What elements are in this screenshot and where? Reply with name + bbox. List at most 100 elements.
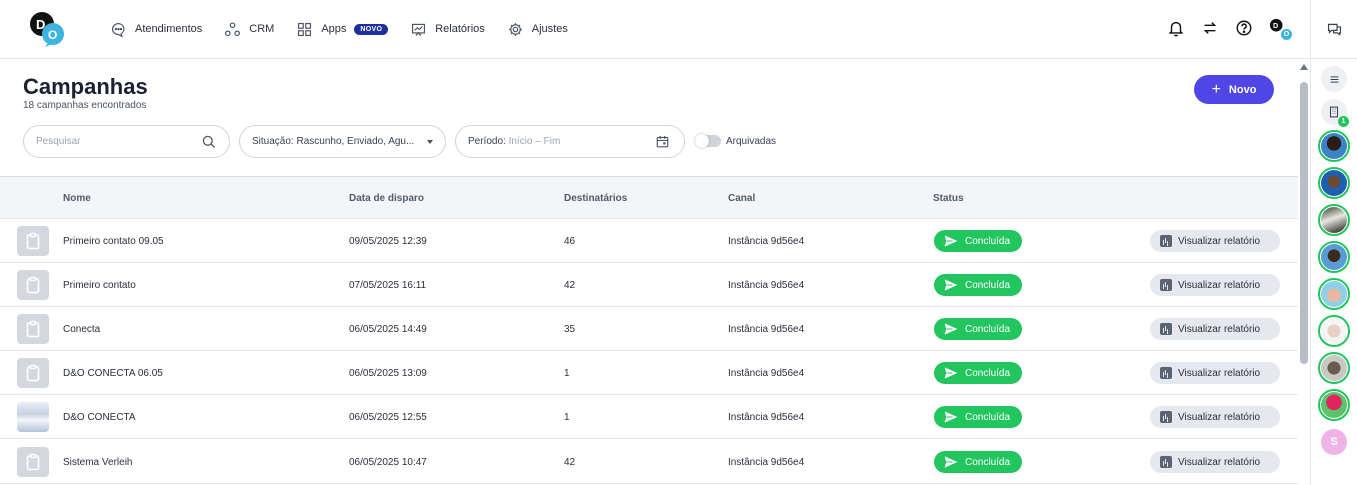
campaign-thumbnail — [17, 226, 49, 256]
status-badge: Concluída — [934, 274, 1022, 296]
nav-apps[interactable]: Apps NOVO — [296, 21, 389, 38]
view-report-label: Visualizar relatório — [1178, 235, 1261, 247]
column-header-date[interactable]: Data de disparo — [349, 193, 424, 204]
logo-icon[interactable]: D O — [28, 10, 68, 48]
column-header-name[interactable]: Nome — [63, 193, 91, 204]
user-avatar[interactable]: D O — [1269, 18, 1292, 40]
recipient-count: 1 — [564, 368, 570, 379]
channel-name: Instância 9d56e4 — [728, 324, 805, 335]
menu-button[interactable] — [1321, 66, 1347, 92]
campaign-thumbnail — [17, 314, 49, 344]
campaign-name[interactable]: Primeiro contato — [63, 280, 136, 291]
nav-ajustes[interactable]: Ajustes — [507, 21, 568, 38]
svg-text:O: O — [48, 28, 57, 42]
chat-bubbles-icon[interactable] — [1326, 21, 1343, 38]
status-badge: Concluída — [934, 451, 1022, 473]
clipboard-icon — [26, 320, 40, 338]
contact-avatar[interactable] — [1318, 315, 1350, 347]
contact-avatar[interactable] — [1318, 204, 1350, 236]
column-header-recipients[interactable]: Destinatários — [564, 193, 627, 204]
nav-crm[interactable]: CRM — [224, 21, 274, 38]
status-badge: Concluída — [934, 362, 1022, 384]
campaign-name[interactable]: Conecta — [63, 324, 100, 335]
clipboard-icon — [26, 276, 40, 294]
swap-arrows-icon[interactable] — [1201, 19, 1219, 37]
bar-chart-icon — [1160, 456, 1172, 468]
plus-icon: + — [1211, 80, 1221, 98]
send-date: 09/05/2025 12:39 — [349, 236, 427, 247]
campaign-name[interactable]: Sistema Verleih — [63, 457, 132, 468]
bar-chart-icon — [1160, 411, 1172, 423]
contact-avatar[interactable]: S — [1318, 426, 1350, 458]
table-row[interactable]: Primeiro contato 09.05 09/05/2025 12:39 46… — [0, 219, 1298, 263]
contact-avatar[interactable] — [1318, 241, 1350, 273]
contact-avatar[interactable] — [1318, 389, 1350, 421]
situation-select[interactable]: Situação: Rascunho, Enviado, Agu... — [239, 125, 446, 158]
status-label: Concluída — [965, 279, 1011, 291]
bell-icon[interactable] — [1167, 19, 1185, 37]
campaign-thumbnail — [17, 270, 49, 300]
recipient-count: 1 — [564, 412, 570, 423]
scroll-thumb[interactable] — [1300, 82, 1308, 364]
view-report-button[interactable]: Visualizar relatório — [1150, 318, 1280, 340]
view-report-button[interactable]: Visualizar relatório — [1150, 230, 1280, 252]
table-row[interactable]: D&O CONECTA 06/05/2025 12:55 1 Instância 9d… — [0, 395, 1298, 439]
view-report-button[interactable]: Visualizar relatório — [1150, 362, 1280, 384]
calendar-icon[interactable] — [655, 134, 670, 149]
view-report-button[interactable]: Visualizar relatório — [1150, 274, 1280, 296]
archived-toggle-wrap: Arquivadas — [695, 134, 776, 148]
archived-toggle[interactable] — [695, 134, 721, 148]
view-report-label: Visualizar relatório — [1178, 279, 1261, 291]
search-input[interactable] — [36, 136, 196, 147]
channel-name: Instância 9d56e4 — [728, 457, 805, 468]
status-label: Concluída — [965, 411, 1011, 423]
nav-atendimentos[interactable]: Atendimentos — [110, 21, 202, 38]
table-row[interactable]: Conecta 06/05/2025 14:49 35 Instância 9d56e… — [0, 307, 1298, 351]
page-title: Campanhas — [23, 74, 148, 99]
user-status-badge: O — [1281, 29, 1292, 40]
campaign-name[interactable]: D&O CONECTA — [63, 412, 136, 423]
crm-nodes-icon — [225, 21, 241, 36]
help-icon[interactable] — [1235, 19, 1253, 37]
send-date: 06/05/2025 10:47 — [349, 457, 427, 468]
clipboard-icon — [26, 453, 40, 471]
send-plane-icon — [944, 279, 958, 291]
scroll-up-arrow-icon[interactable] — [1300, 64, 1308, 70]
view-report-button[interactable]: Visualizar relatório — [1150, 406, 1280, 428]
svg-text:D: D — [1273, 21, 1278, 30]
recipient-count: 42 — [564, 280, 576, 291]
contact-avatar[interactable] — [1318, 167, 1350, 199]
nav-relatorios[interactable]: Relatórios — [410, 21, 485, 38]
send-date: 07/05/2025 16:11 — [349, 280, 427, 291]
search-icon[interactable] — [201, 134, 217, 150]
table-row[interactable]: D&O CONECTA 06.05 06/05/2025 13:09 1 Instân… — [0, 351, 1298, 395]
column-header-channel[interactable]: Canal — [728, 193, 755, 204]
search-field[interactable] — [23, 125, 230, 158]
channel-name: Instância 9d56e4 — [728, 412, 805, 423]
campaign-name[interactable]: Primeiro contato 09.05 — [63, 236, 164, 247]
contact-avatar[interactable] — [1318, 130, 1350, 162]
table-row[interactable]: Sistema Verleih 06/05/2025 10:47 42 Instânc… — [0, 440, 1298, 484]
bar-chart-icon — [1160, 367, 1172, 379]
view-report-button[interactable]: Visualizar relatório — [1150, 451, 1280, 473]
view-report-label: Visualizar relatório — [1178, 367, 1261, 379]
contact-avatar[interactable] — [1318, 352, 1350, 384]
period-picker[interactable]: Período: Início – Fim — [455, 125, 685, 158]
clipboard-icon — [26, 364, 40, 382]
top-navbar: D O Atendimentos CRM Apps NOVO Relatório… — [0, 0, 1310, 59]
bar-chart-icon — [1160, 279, 1172, 291]
building-count-badge: 1 — [1338, 116, 1349, 127]
menu-lines-icon — [1330, 75, 1338, 83]
table-row[interactable]: Primeiro contato 07/05/2025 16:11 42 Instân… — [0, 263, 1298, 307]
new-campaign-button[interactable]: + Novo — [1194, 75, 1274, 104]
recipient-count: 46 — [564, 236, 576, 247]
column-header-status[interactable]: Status — [933, 193, 964, 204]
contact-avatar[interactable] — [1318, 278, 1350, 310]
status-badge: Concluída — [934, 406, 1022, 428]
scrollbar[interactable] — [1298, 62, 1310, 485]
building-button[interactable]: 1 — [1321, 99, 1349, 127]
nav-label: Apps — [321, 23, 347, 35]
send-plane-icon — [944, 456, 958, 468]
campaign-name[interactable]: D&O CONECTA 06.05 — [63, 368, 163, 379]
channel-name: Instância 9d56e4 — [728, 280, 805, 291]
